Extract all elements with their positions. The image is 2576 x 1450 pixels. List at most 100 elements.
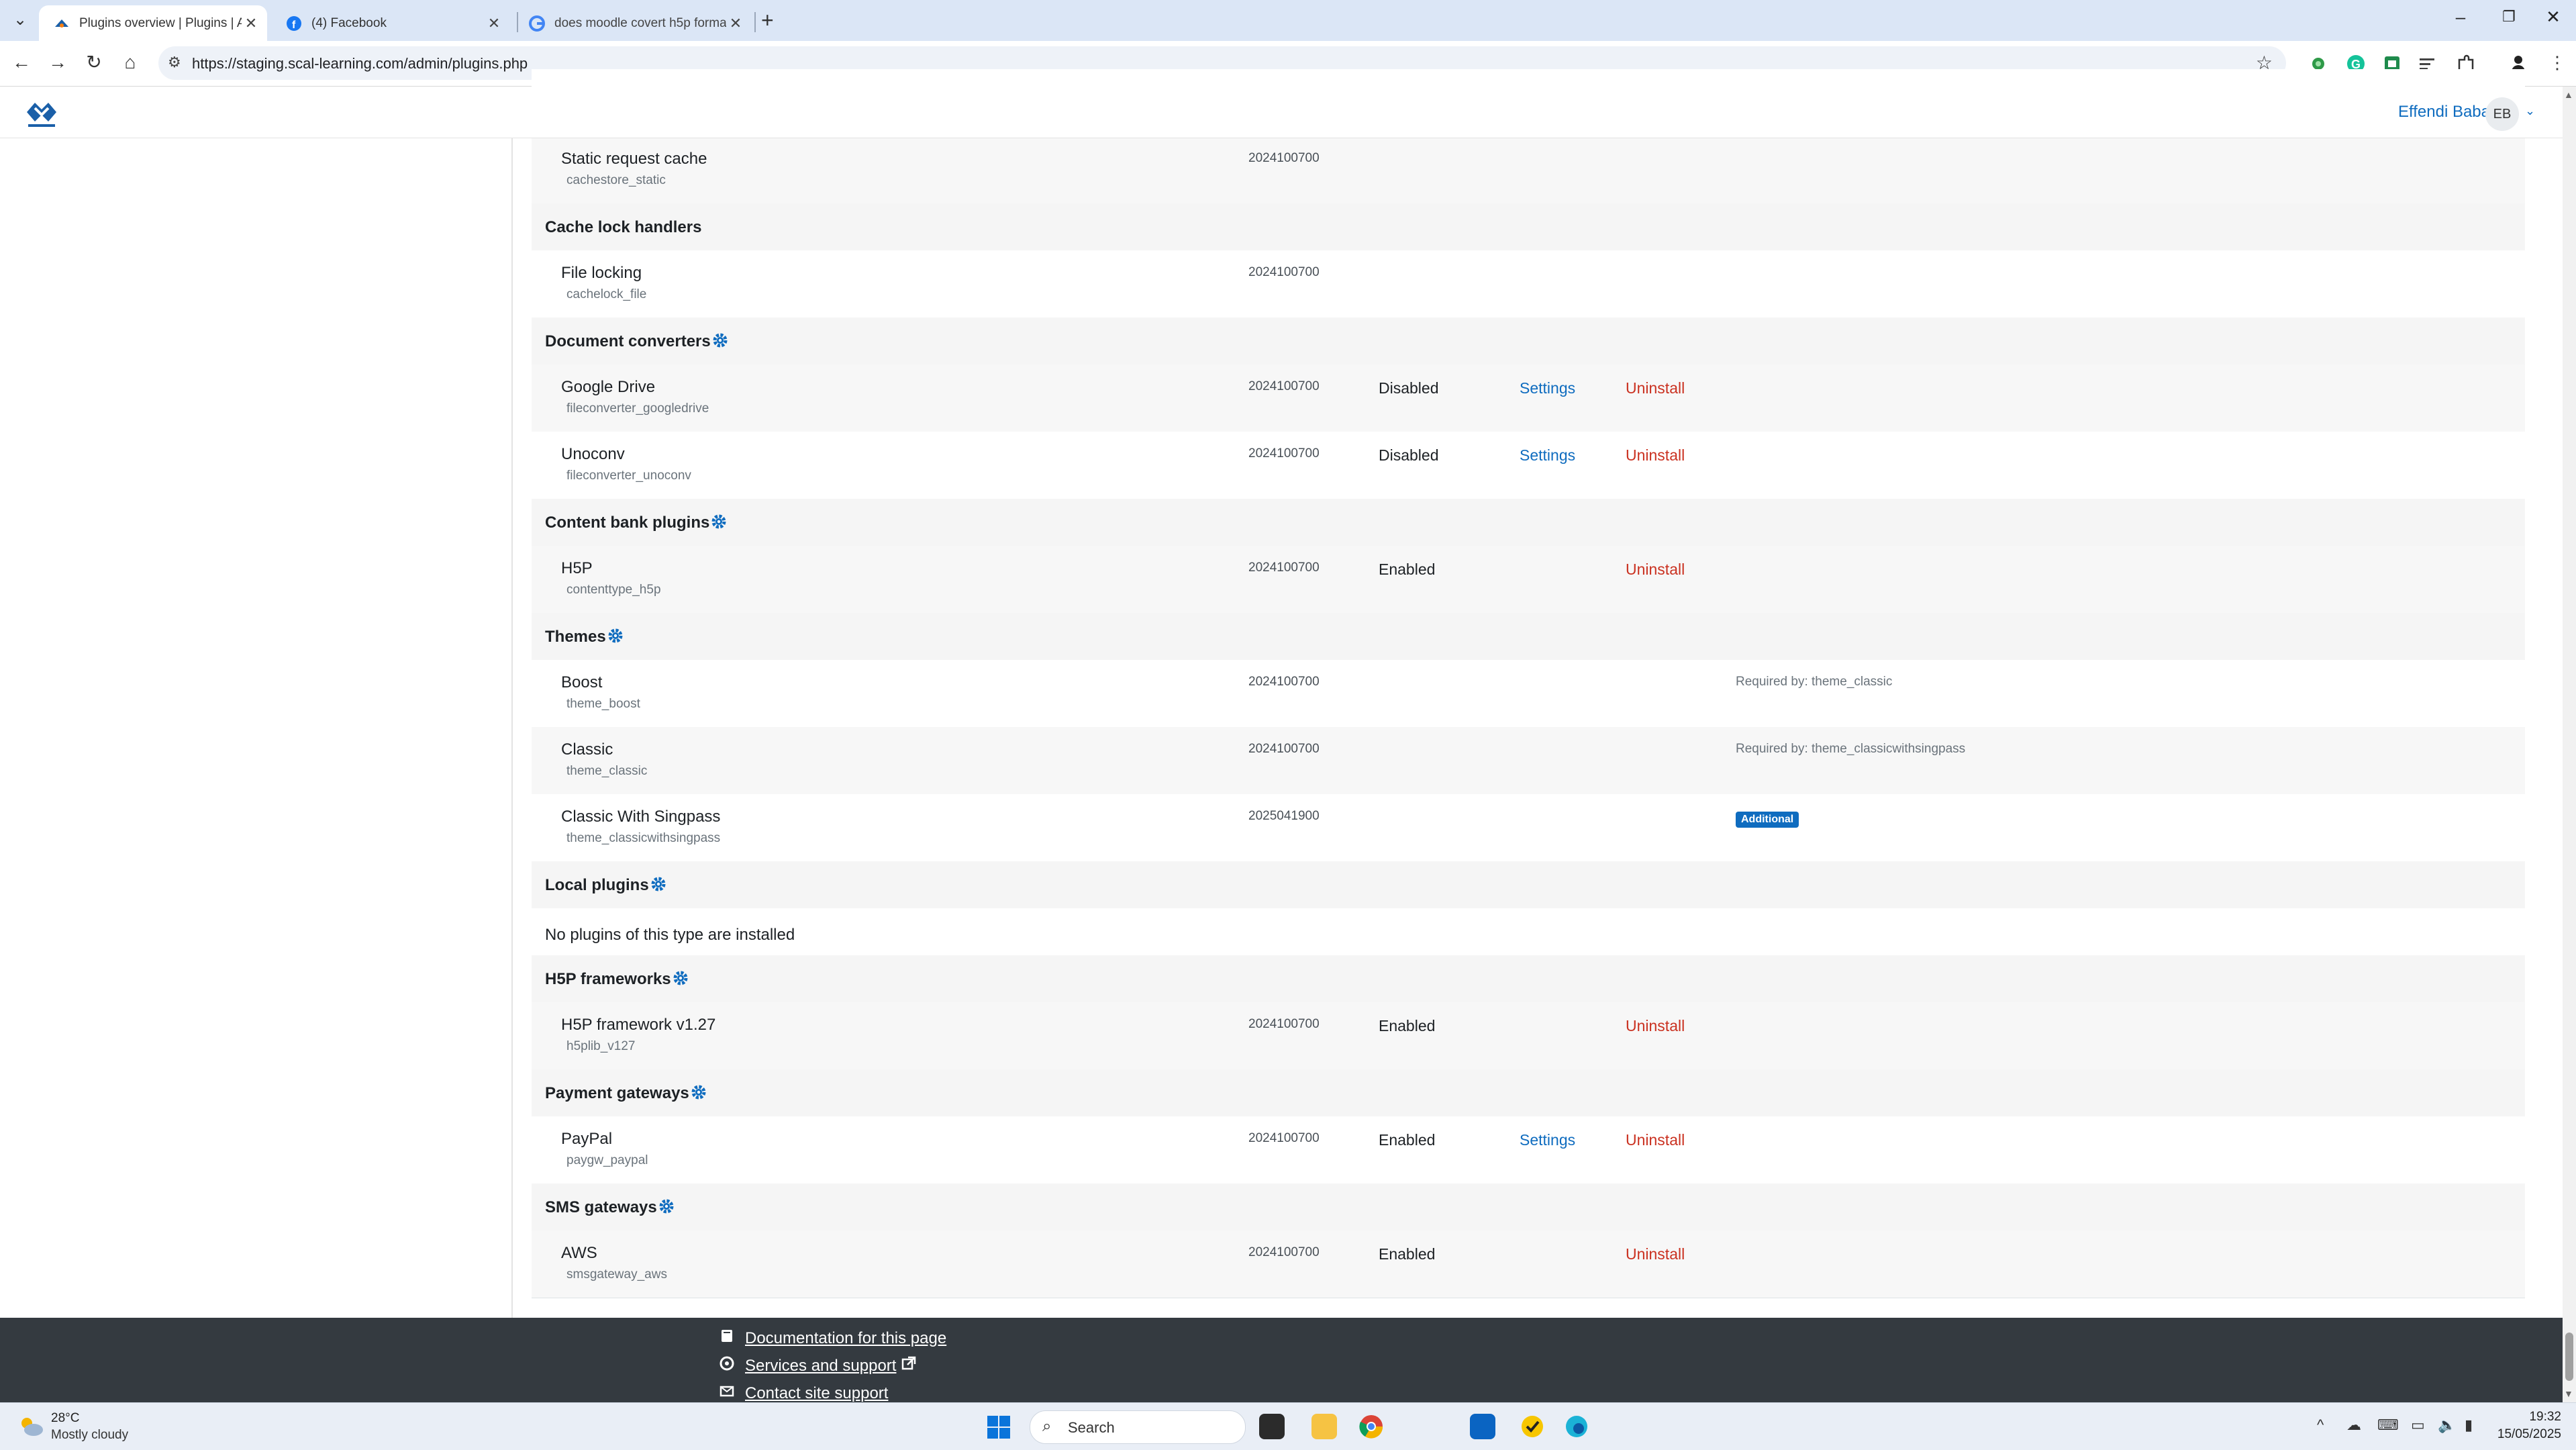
plugin-version: 2024100700 (1248, 1245, 1320, 1259)
browser-menu-icon[interactable]: ⋮ (2544, 49, 2571, 76)
outlook-icon[interactable] (1470, 1414, 1495, 1439)
gear-icon[interactable] (650, 876, 666, 897)
tab-separator (754, 12, 756, 32)
close-tab-icon[interactable]: ✕ (485, 15, 503, 32)
plugin-name: H5P (561, 559, 593, 577)
back-arrow-icon[interactable]: ← (8, 49, 35, 76)
gear-icon[interactable] (712, 332, 728, 353)
plugin-row: Static request cache cachestore_static 202… (532, 136, 2525, 204)
plugin-component: cachestore_static (566, 173, 666, 187)
close-tab-icon[interactable]: ✕ (726, 15, 745, 32)
external-link-icon (901, 1356, 916, 1375)
plugin-component: cachelock_file (566, 287, 647, 301)
uninstall-link[interactable]: Uninstall (1626, 1245, 1685, 1263)
gear-icon[interactable] (673, 970, 689, 991)
battery-icon[interactable]: ▮ (2465, 1416, 2473, 1434)
plugin-row: H5P framework v1.27 h5plib_v127 2024100700… (532, 1002, 2525, 1070)
file-explorer-icon[interactable] (1311, 1414, 1337, 1439)
plugin-version: 2024100700 (1248, 151, 1320, 165)
plugin-name: Google Drive (561, 378, 656, 396)
footer-link-contact[interactable]: Contact site support (720, 1384, 888, 1403)
uninstall-link[interactable]: Uninstall (1626, 379, 1685, 397)
plugin-name: Classic (561, 740, 613, 759)
close-tab-icon[interactable]: ✕ (242, 15, 260, 32)
site-info-icon[interactable]: ⚙ (168, 54, 181, 71)
plugin-component: theme_classicwithsingpass (566, 831, 721, 845)
uninstall-link[interactable]: Uninstall (1626, 1131, 1685, 1149)
new-tab-plus-icon[interactable]: + (761, 8, 774, 33)
clock-date[interactable]: 15/05/2025 (2494, 1427, 2561, 1442)
volume-icon[interactable]: 🔈 (2438, 1416, 2456, 1434)
footer-link-documentation[interactable]: Documentation for this page (720, 1328, 946, 1348)
weather-temperature[interactable]: 28°C (51, 1411, 79, 1426)
site-logo[interactable] (24, 95, 59, 130)
plugin-status: Enabled (1379, 561, 1436, 578)
tab-plugins-overview[interactable]: Plugins overview | Plugins | Ad ✕ (39, 5, 267, 41)
tab-facebook[interactable]: f (4) Facebook ✕ (271, 5, 510, 41)
uninstall-link[interactable]: Uninstall (1626, 561, 1685, 579)
scroll-up-arrow-icon[interactable]: ▲ (2564, 89, 2573, 100)
weather-description[interactable]: Mostly cloudy (51, 1428, 128, 1443)
page-scrollbar-track[interactable] (2563, 87, 2576, 1402)
empty-plugin-row: No plugins of this type are installed (532, 908, 2525, 956)
plugin-status: Enabled (1379, 1131, 1436, 1149)
restore-icon[interactable]: ❐ (2495, 8, 2522, 26)
user-avatar[interactable]: EB (2485, 97, 2519, 131)
window-close-icon[interactable]: ✕ (2540, 7, 2567, 28)
url-text[interactable]: https://staging.scal-learning.com/admin/… (192, 55, 528, 72)
scroll-down-arrow-icon[interactable]: ▼ (2564, 1388, 2573, 1399)
settings-link[interactable]: Settings (1520, 379, 1575, 397)
gear-icon[interactable] (658, 1198, 675, 1219)
tab-google-search[interactable]: does moodle covert h5p forma ✕ (514, 5, 752, 41)
reload-icon[interactable]: ↻ (81, 49, 107, 76)
user-name[interactable]: Effendi Baba (2398, 103, 2490, 122)
gear-icon[interactable] (691, 1084, 707, 1105)
uninstall-link[interactable]: Uninstall (1626, 1017, 1685, 1035)
minimize-icon[interactable]: – (2447, 7, 2474, 28)
network-icon[interactable]: ▭ (2411, 1416, 2425, 1434)
gear-icon[interactable] (607, 628, 624, 648)
dependency-note: Required by: theme_classic (1736, 675, 1893, 689)
forward-arrow-icon[interactable]: → (44, 49, 71, 76)
plugin-component: h5plib_v127 (566, 1039, 636, 1053)
lifebuoy-icon (720, 1356, 736, 1375)
category-title: SMS gateways (545, 1198, 675, 1219)
plugin-component: theme_boost (566, 697, 640, 711)
home-icon[interactable]: ⌂ (117, 49, 144, 76)
category-header-row: Themes (532, 613, 2525, 661)
plugin-name: PayPal (561, 1130, 613, 1148)
additional-badge: Additional (1736, 812, 1799, 828)
gear-icon[interactable] (711, 514, 727, 534)
plugin-row: Google Drive fileconverter_googledrive 202… (532, 365, 2525, 432)
clock-time[interactable]: 19:32 (2504, 1410, 2561, 1424)
moodle-favicon-icon (55, 19, 68, 28)
plugin-row: Boost theme_boost 2024100700 Required by: t… (532, 660, 2525, 728)
keyboard-icon[interactable]: ⌨ (2377, 1416, 2399, 1434)
settings-link[interactable]: Settings (1520, 1131, 1575, 1149)
plugin-name: Classic With Singpass (561, 808, 721, 826)
plugin-status: Disabled (1379, 446, 1439, 464)
uninstall-link[interactable]: Uninstall (1626, 446, 1685, 465)
envelope-icon (720, 1384, 736, 1403)
plugin-version: 2024100700 (1248, 446, 1320, 461)
footer-link-services[interactable]: Services and support (720, 1356, 916, 1375)
settings-link[interactable]: Settings (1520, 446, 1575, 465)
cloud-sun-icon[interactable] (17, 1415, 44, 1438)
task-view-icon[interactable] (1259, 1414, 1285, 1439)
svg-text:f: f (292, 19, 296, 31)
windows-start-icon[interactable] (987, 1415, 1011, 1439)
plugin-name: AWS (561, 1244, 597, 1262)
chevron-down-icon[interactable]: ⌄ (2525, 104, 2535, 118)
norton-icon[interactable] (1520, 1414, 1545, 1439)
taskbar-search-box[interactable]: ⌕ Search (1030, 1410, 1246, 1444)
windows-taskbar: 28°C Mostly cloudy ⌕ Search ^ ☁ ⌨ ▭ 🔈 ▮ … (0, 1402, 2576, 1450)
chrome-icon[interactable] (1358, 1414, 1384, 1439)
show-hidden-icons-chevron-icon[interactable]: ^ (2317, 1416, 2324, 1434)
tab-search-chevron-icon[interactable]: ⌄ (9, 9, 31, 31)
plugin-row: File locking cachelock_file 2024100700 (532, 250, 2525, 318)
page-scrollbar-thumb[interactable] (2565, 1333, 2573, 1381)
plugin-version: 2024100700 (1248, 675, 1320, 689)
onedrive-icon[interactable]: ☁ (2346, 1416, 2361, 1434)
edge-icon[interactable] (1564, 1414, 1589, 1439)
plugin-name: Boost (561, 673, 603, 691)
